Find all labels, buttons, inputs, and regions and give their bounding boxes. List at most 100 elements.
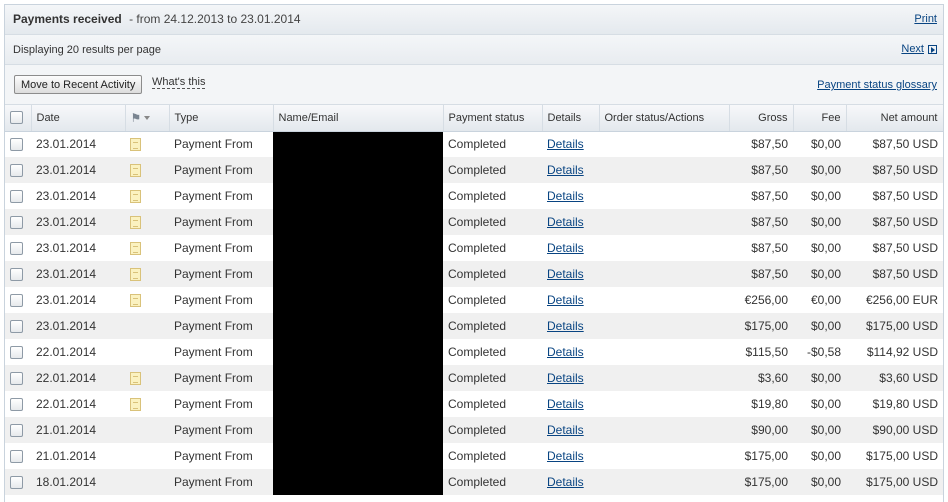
row-fee: $0,00 (810, 137, 841, 152)
row-checkbox[interactable] (10, 450, 23, 464)
details-link[interactable]: Details (547, 475, 584, 489)
next-page-control[interactable]: Next (901, 43, 937, 55)
row-order-status (599, 261, 729, 287)
note-icon[interactable] (130, 372, 141, 386)
row-type: Payment From (169, 313, 273, 339)
details-link[interactable]: Details (547, 215, 584, 229)
move-to-recent-activity-button[interactable]: Move to Recent Activity (14, 75, 143, 94)
row-checkbox[interactable] (10, 242, 23, 256)
next-link[interactable]: Next (901, 43, 924, 55)
row-checkbox[interactable] (10, 320, 23, 334)
row-note-cell (125, 365, 169, 391)
row-payment-status: Completed (448, 449, 507, 463)
note-icon[interactable] (130, 268, 141, 282)
chevron-down-icon[interactable] (144, 115, 151, 120)
next-arrow-icon[interactable] (928, 44, 937, 54)
row-payment-status: Completed (443, 157, 542, 183)
row-gross: $175,00 (729, 469, 793, 495)
row-checkbox[interactable] (10, 164, 23, 178)
row-checkbox[interactable] (10, 268, 23, 282)
row-fee: $0,00 (810, 241, 841, 255)
row-details-cell: Details (542, 443, 599, 469)
note-icon[interactable] (130, 164, 141, 178)
row-checkbox[interactable] (10, 216, 23, 230)
table-row: 23.01.2014 Payment From Completed Details $8… (5, 261, 943, 287)
details-link[interactable]: Details (547, 267, 584, 281)
payment-status-glossary-link[interactable]: Payment status glossary (817, 79, 937, 91)
row-details-cell: Details (542, 391, 599, 417)
row-gross: $87,50 (751, 241, 788, 255)
details-link[interactable]: Details (547, 293, 584, 307)
row-fee: $0,00 (793, 157, 846, 183)
row-order-status (599, 313, 729, 339)
column-flag[interactable]: ⚑ (125, 105, 170, 132)
note-icon[interactable] (130, 190, 141, 204)
row-date: 23.01.2014 (31, 261, 125, 287)
column-gross[interactable]: Gross (729, 105, 794, 132)
date-range: - from 24.12.2013 to 23.01.2014 (129, 12, 301, 26)
row-net-amount: $87,50 USD (846, 209, 943, 235)
row-checkbox[interactable] (10, 190, 23, 204)
details-link[interactable]: Details (547, 397, 584, 411)
column-name-email[interactable]: Name/Email (273, 105, 444, 132)
row-order-status (599, 391, 729, 417)
row-checkbox[interactable] (10, 424, 23, 438)
row-date: 18.01.2014 (31, 469, 125, 495)
details-link[interactable]: Details (547, 137, 584, 151)
details-link[interactable]: Details (547, 449, 584, 463)
row-gross: $87,50 (751, 137, 788, 152)
row-details-cell: Details (542, 469, 599, 495)
table-header-row: Date ⚑ Type Name/Email Payment status De… (5, 105, 943, 132)
row-net-amount: $19,80 USD (872, 397, 938, 411)
payments-table: Date ⚑ Type Name/Email Payment status De… (5, 105, 943, 495)
row-order-status (599, 157, 729, 183)
row-note-cell (125, 131, 169, 157)
row-note-cell (125, 469, 169, 495)
note-icon[interactable] (130, 242, 141, 256)
details-link[interactable]: Details (547, 163, 584, 177)
select-all-checkbox[interactable] (10, 111, 23, 125)
row-checkbox[interactable] (10, 398, 23, 412)
whats-this-help[interactable]: What's this (152, 76, 206, 89)
row-checkbox[interactable] (10, 294, 23, 308)
row-order-status (599, 209, 729, 235)
row-select-cell (5, 261, 31, 287)
row-date: 21.01.2014 (36, 449, 97, 463)
print-link[interactable]: Print (914, 13, 937, 25)
details-link[interactable]: Details (547, 423, 584, 437)
note-icon[interactable] (130, 138, 141, 152)
note-icon[interactable] (130, 216, 141, 230)
row-order-status (599, 365, 729, 391)
row-checkbox[interactable] (10, 476, 23, 490)
table-row: 23.01.2014 Payment From Completed Details $8… (5, 209, 943, 235)
details-link[interactable]: Details (547, 189, 584, 203)
row-payment-status: Completed (443, 417, 542, 443)
row-gross: $87,50 (729, 261, 793, 287)
row-checkbox[interactable] (10, 372, 23, 386)
note-icon[interactable] (130, 398, 141, 412)
row-order-status (599, 443, 729, 469)
column-date[interactable]: Date (31, 105, 126, 132)
details-link[interactable]: Details (547, 319, 584, 333)
row-net-amount: $175,00 USD (846, 469, 943, 495)
column-fee[interactable]: Fee (793, 105, 847, 132)
row-net-amount: $90,00 USD (846, 417, 943, 443)
row-date: 23.01.2014 (36, 293, 97, 307)
row-name-email-redacted (273, 261, 443, 287)
column-type[interactable]: Type (169, 105, 274, 132)
row-checkbox[interactable] (10, 346, 23, 360)
note-icon[interactable] (130, 294, 141, 308)
table-row: 22.01.2014 Payment From Completed Details $1… (5, 339, 943, 365)
column-payment-status[interactable]: Payment status (443, 105, 543, 132)
row-checkbox[interactable] (10, 138, 23, 152)
row-date: 23.01.2014 (31, 209, 125, 235)
row-date: 23.01.2014 (36, 241, 97, 255)
row-select-cell (5, 313, 31, 339)
row-details-cell: Details (542, 209, 599, 235)
column-net-amount[interactable]: Net amount (846, 105, 943, 132)
details-link[interactable]: Details (547, 371, 584, 385)
column-details: Details (542, 105, 600, 132)
details-link[interactable]: Details (547, 241, 584, 255)
details-link[interactable]: Details (547, 345, 584, 359)
row-details-cell: Details (542, 235, 599, 261)
